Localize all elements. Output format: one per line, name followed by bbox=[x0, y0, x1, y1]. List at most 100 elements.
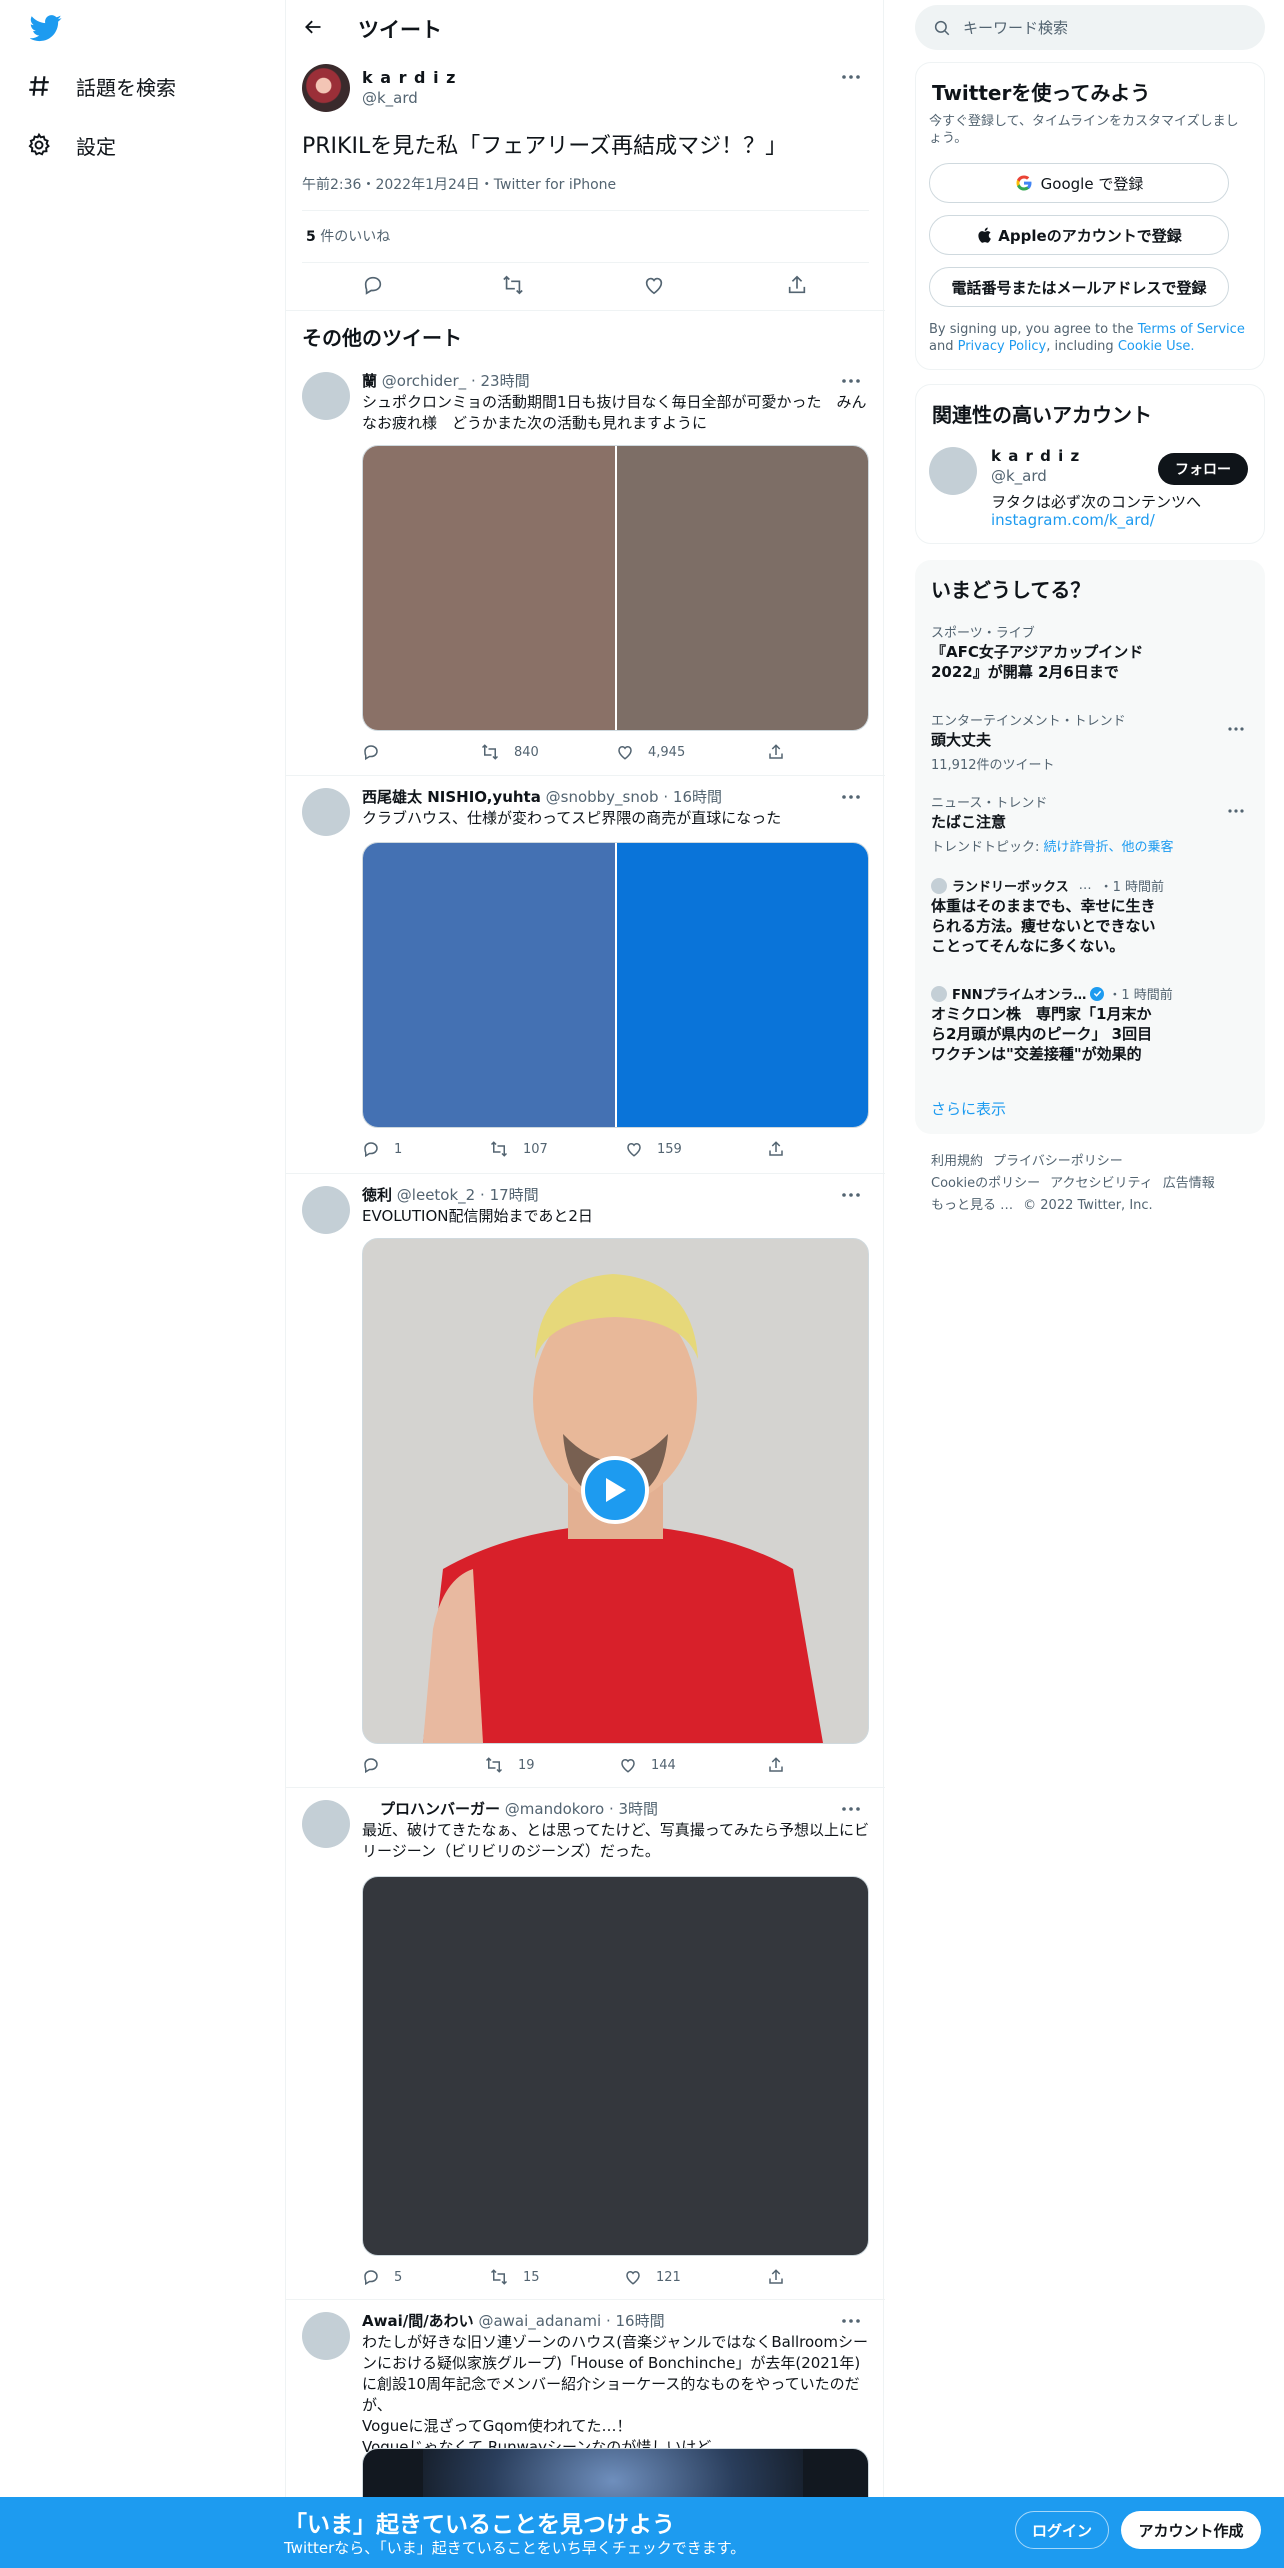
like-button[interactable]: 144 bbox=[619, 1756, 676, 1774]
nav-explore[interactable]: 話題を検索 bbox=[22, 58, 176, 114]
author-handle[interactable]: @leetok_2 bbox=[397, 1186, 475, 1204]
signup-button[interactable]: アカウント作成 bbox=[1121, 2511, 1261, 2549]
share-icon[interactable] bbox=[767, 1756, 799, 1774]
like-button[interactable]: 159 bbox=[625, 1140, 682, 1158]
reply-button[interactable]: 1 bbox=[362, 1140, 402, 1158]
tweet-video[interactable] bbox=[362, 1238, 869, 1744]
trend-item[interactable]: スポーツ・ライブ 『AFC女子アジアカップインド2022』が開幕 2月6日まで bbox=[915, 622, 1265, 692]
twitter-logo-icon[interactable] bbox=[30, 12, 66, 48]
terms-including: , including bbox=[1046, 339, 1118, 354]
author-handle[interactable]: @mandokoro bbox=[505, 1800, 604, 1818]
cookie-link[interactable]: Cookie Use. bbox=[1118, 339, 1195, 354]
author-name[interactable]: Awai/間/あわい bbox=[362, 2312, 474, 2330]
retweet-button[interactable]: 107 bbox=[489, 1140, 548, 1158]
likes-count-link[interactable]: 5 件のいいね bbox=[306, 226, 390, 246]
retweet-icon bbox=[490, 2269, 508, 2285]
tweet-time[interactable]: 3時間 bbox=[619, 1800, 659, 1818]
reply-icon bbox=[364, 1758, 378, 1774]
footer-link[interactable]: Cookieのポリシー bbox=[931, 1176, 1040, 1191]
reply-button[interactable] bbox=[362, 1756, 394, 1774]
tweet-card[interactable]: 徳利 @leetok_2 · 17時間 EVOLUTION配信開始まであと2日 bbox=[286, 1174, 885, 1788]
trend-item[interactable]: エンターテインメント・トレンド 頭大丈夫 11,912件のツイート bbox=[915, 710, 1265, 773]
terms-link[interactable]: Terms of Service bbox=[1138, 322, 1245, 337]
retweet-button[interactable]: 15 bbox=[489, 2268, 540, 2286]
author-name[interactable]: 蘭 bbox=[362, 372, 377, 390]
share-icon[interactable] bbox=[767, 1140, 799, 1158]
author-name[interactable]: 徳利 bbox=[362, 1186, 392, 1204]
trend-item[interactable]: ニュース・トレンド たばこ注意 トレンドトピック: 続け詐骨折、他の乗客 bbox=[915, 792, 1265, 855]
back-arrow-icon[interactable] bbox=[296, 10, 330, 44]
tweet-time[interactable]: 16時間 bbox=[616, 2312, 665, 2330]
tweet-time[interactable]: 23時間 bbox=[481, 372, 530, 390]
search-input[interactable] bbox=[963, 18, 1243, 37]
more-icon[interactable] bbox=[1219, 796, 1253, 826]
footer-link[interactable]: 利用規約 bbox=[931, 1154, 983, 1169]
like-button[interactable]: 4,945 bbox=[616, 743, 685, 761]
media-image[interactable] bbox=[614, 843, 868, 1127]
google-signup-button[interactable]: Google で登録 bbox=[929, 163, 1229, 203]
news-item[interactable]: ランドリーボックス … ・1 時間前 体重はそのままでも、幸せに生きられる方法。… bbox=[915, 876, 1265, 966]
author-handle[interactable]: @k_ard bbox=[362, 89, 418, 107]
bottom-signup-bar: 「いま」起きていることを見つけよう Twitterなら、「いま」起きていることを… bbox=[0, 2497, 1284, 2568]
login-button[interactable]: ログイン bbox=[1015, 2511, 1109, 2549]
nav-settings[interactable]: 設定 bbox=[22, 117, 116, 173]
tweet-header: Awai/間/あわい @awai_adanami · 16時間 bbox=[362, 2312, 665, 2330]
search-box[interactable] bbox=[915, 5, 1265, 50]
retweet-icon[interactable] bbox=[501, 274, 539, 296]
related-handle[interactable]: @k_ard bbox=[991, 467, 1047, 485]
avatar[interactable] bbox=[302, 788, 350, 836]
reply-button[interactable] bbox=[362, 743, 394, 761]
avatar[interactable] bbox=[929, 447, 977, 495]
footer-link[interactable]: プライバシーポリシー bbox=[993, 1154, 1123, 1169]
phone-signup-button[interactable]: 電話番号またはメールアドレスで登録 bbox=[929, 267, 1229, 307]
media-image[interactable] bbox=[363, 446, 615, 730]
avatar[interactable] bbox=[302, 64, 350, 112]
tweet-media[interactable] bbox=[362, 1876, 869, 2256]
share-icon[interactable] bbox=[767, 2268, 799, 2286]
author-name[interactable]: k a r d i z bbox=[362, 68, 456, 87]
tweet-card[interactable]: プロハンバーガー @mandokoro · 3時間 最近、破けてきたなぁ、とは思… bbox=[286, 1788, 885, 2300]
play-icon[interactable] bbox=[581, 1456, 649, 1524]
reply-button[interactable]: 5 bbox=[362, 2268, 402, 2286]
share-icon[interactable] bbox=[786, 274, 822, 296]
like-icon[interactable] bbox=[643, 274, 679, 296]
like-button[interactable]: 121 bbox=[624, 2268, 681, 2286]
footer-link[interactable]: 広告情報 bbox=[1163, 1176, 1215, 1191]
tweet-time[interactable]: 16時間 bbox=[673, 788, 722, 806]
tweet-timestamp[interactable]: 午前2:36・2022年1月24日・Twitter for iPhone bbox=[302, 174, 616, 194]
more-icon[interactable] bbox=[1219, 714, 1253, 744]
news-item[interactable]: FNNプライムオンラ… ・1 時間前 オミクロン株 専門家「1月末から2月頭が県… bbox=[915, 984, 1265, 1074]
tweet-card[interactable]: 西尾雄太 NISHIO,yuhta @snobby_snob · 16時間 クラ… bbox=[286, 776, 885, 1174]
show-more-link[interactable]: さらに表示 bbox=[931, 1098, 1006, 1119]
privacy-link[interactable]: Privacy Policy bbox=[958, 339, 1047, 354]
tweet-card[interactable]: 蘭 @orchider_ · 23時間 シュポクロンミョの活動期間1日も抜け目な… bbox=[286, 360, 885, 776]
avatar[interactable] bbox=[302, 1186, 350, 1234]
trend-title: 頭大丈夫 bbox=[931, 731, 992, 749]
footer-link[interactable]: アクセシビリティ bbox=[1050, 1176, 1153, 1191]
tweet-media[interactable] bbox=[362, 445, 869, 731]
media-image[interactable] bbox=[614, 446, 868, 730]
avatar[interactable] bbox=[302, 372, 350, 420]
author-handle[interactable]: @awai_adanami bbox=[478, 2312, 601, 2330]
retweet-button[interactable]: 19 bbox=[484, 1756, 535, 1774]
media-image[interactable] bbox=[363, 843, 615, 1127]
related-bio-link[interactable]: instagram.com/k_ard/ bbox=[991, 511, 1155, 529]
author-name[interactable]: 西尾雄太 NISHIO,yuhta bbox=[362, 788, 541, 806]
reply-icon bbox=[364, 2270, 378, 2286]
reply-icon[interactable] bbox=[362, 274, 398, 296]
author-name[interactable]: プロハンバーガー bbox=[380, 1800, 500, 1818]
trend-topics-links[interactable]: 続け詐骨折、他の乗客 bbox=[1044, 840, 1174, 855]
tweet-media[interactable] bbox=[362, 842, 869, 1128]
follow-button[interactable]: フォロー bbox=[1158, 453, 1248, 485]
footer-more-link[interactable]: もっと見る … bbox=[931, 1198, 1013, 1213]
related-name[interactable]: k a r d i z bbox=[991, 447, 1080, 465]
retweet-button[interactable]: 840 bbox=[480, 743, 539, 761]
more-icon[interactable] bbox=[834, 62, 868, 92]
author-handle[interactable]: @snobby_snob bbox=[546, 788, 659, 806]
tweet-time[interactable]: 17時間 bbox=[490, 1186, 539, 1204]
apple-signup-button[interactable]: Appleのアカウントで登録 bbox=[929, 215, 1229, 255]
share-icon[interactable] bbox=[767, 743, 799, 761]
author-handle[interactable]: @orchider_ bbox=[382, 372, 466, 390]
avatar[interactable] bbox=[302, 2312, 350, 2360]
avatar[interactable] bbox=[302, 1800, 350, 1848]
